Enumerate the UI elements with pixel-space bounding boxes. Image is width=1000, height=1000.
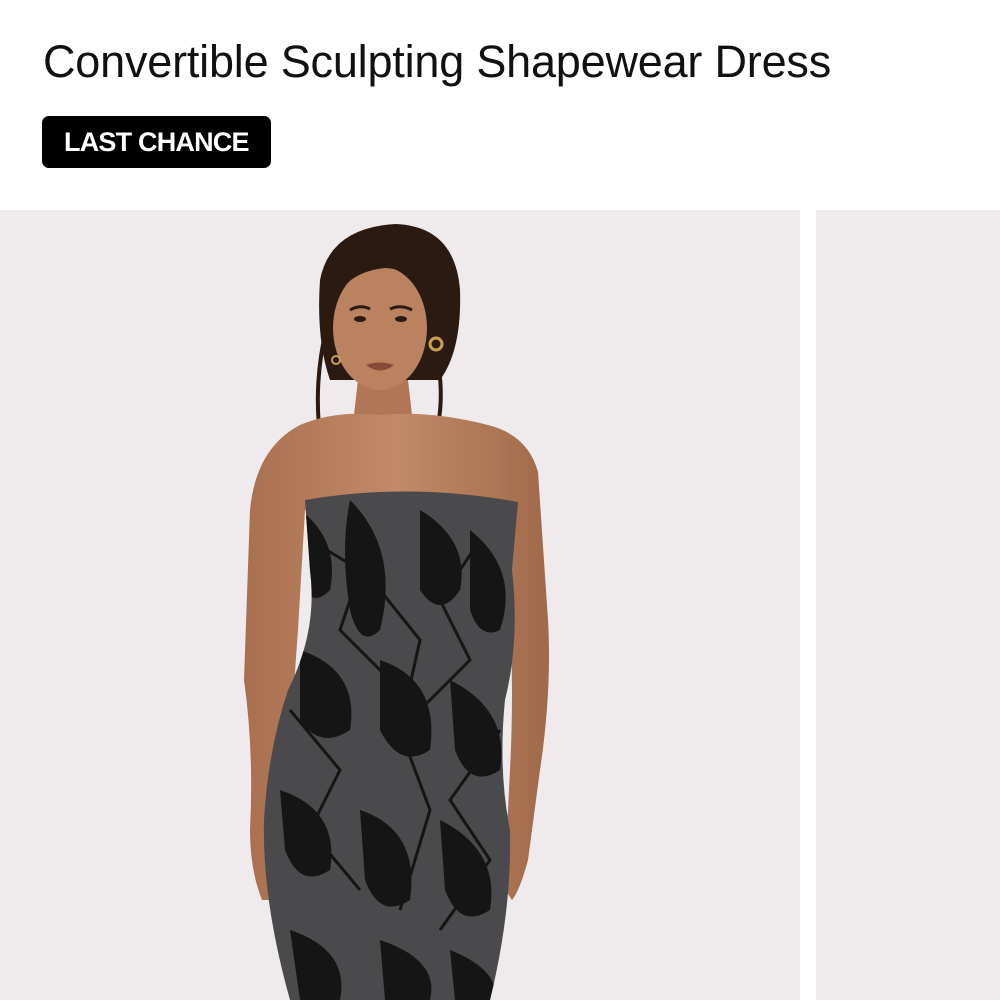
image-gallery [0,210,1000,1000]
product-title: Convertible Sculpting Shapewear Dress [43,36,832,87]
product-image-slide-2[interactable] [816,210,1000,1000]
product-photo [0,210,800,1000]
last-chance-badge: LAST CHANCE [42,116,271,168]
product-image-slide-1[interactable] [0,210,800,1000]
product-header: Convertible Sculpting Shapewear Dress LA… [0,0,1000,210]
